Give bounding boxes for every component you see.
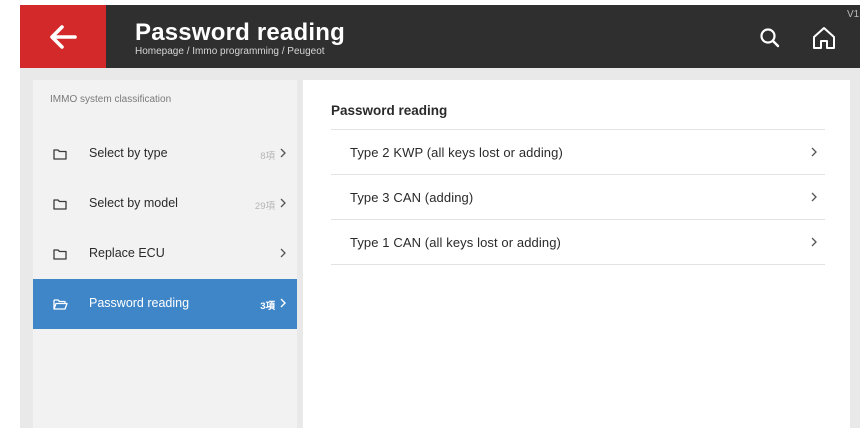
sidebar-item-count: 3項 [260, 301, 275, 312]
sidebar-item-password-reading[interactable]: Password reading 3項 [33, 279, 297, 329]
sidebar-item-label: Password reading [89, 296, 190, 310]
sidebar-title: IMMO system classification [50, 94, 172, 105]
chevron-right-icon [280, 248, 286, 258]
folder-icon [53, 199, 67, 210]
sidebar-item-select-by-model[interactable]: Select by model 29項 [33, 179, 297, 229]
list-item-type-3-can[interactable]: Type 3 CAN (adding) [331, 175, 825, 220]
chevron-right-icon [811, 237, 817, 247]
home-icon [813, 27, 835, 49]
chevron-right-icon [811, 147, 817, 157]
chevron-right-icon [280, 148, 286, 158]
screen-margin-right [860, 0, 867, 428]
function-list: Type 2 KWP (all keys lost or adding) Typ… [331, 129, 825, 265]
page-title: Password reading [135, 19, 345, 46]
sidebar-item-replace-ecu[interactable]: Replace ECU [33, 229, 297, 279]
sidebar-list: Select by type 8項 Select by model 29項 Re… [33, 129, 297, 329]
section-title: Password reading [331, 103, 448, 118]
header-bar: Password reading Homepage / Immo program… [20, 5, 862, 68]
content-area: IMMO system classification Select by typ… [20, 68, 860, 428]
sidebar-item-label: Select by model [89, 196, 178, 210]
chevron-right-icon [280, 298, 286, 308]
arrow-left-icon [50, 24, 77, 49]
main-panel: Password reading Type 2 KWP (all keys lo… [303, 80, 850, 428]
chevron-right-icon [280, 198, 286, 208]
sidebar-item-count: 29項 [254, 201, 275, 212]
list-item-type-1-can[interactable]: Type 1 CAN (all keys lost or adding) [331, 220, 825, 265]
search-icon [760, 28, 780, 48]
list-item-label: Type 2 KWP (all keys lost or adding) [350, 145, 563, 160]
search-button[interactable] [757, 25, 783, 51]
breadcrumb: Homepage / Immo programming / Peugeot [135, 46, 325, 57]
sidebar-item-label: Select by type [89, 146, 168, 160]
sidebar: IMMO system classification Select by typ… [33, 80, 297, 428]
folder-icon [53, 149, 67, 160]
folder-icon [53, 249, 67, 260]
sidebar-item-count: 8項 [260, 151, 275, 162]
list-item-type-2-kwp[interactable]: Type 2 KWP (all keys lost or adding) [331, 130, 825, 175]
chevron-right-icon [811, 192, 817, 202]
screen-margin-left [0, 0, 20, 428]
sidebar-item-select-by-type[interactable]: Select by type 8項 [33, 129, 297, 179]
list-item-label: Type 1 CAN (all keys lost or adding) [350, 235, 561, 250]
app-window: Password reading Homepage / Immo program… [0, 0, 867, 428]
home-button[interactable] [810, 24, 838, 52]
list-item-label: Type 3 CAN (adding) [350, 190, 474, 205]
folder-open-icon [53, 299, 68, 310]
sidebar-item-label: Replace ECU [89, 246, 165, 260]
back-button[interactable] [20, 5, 106, 68]
